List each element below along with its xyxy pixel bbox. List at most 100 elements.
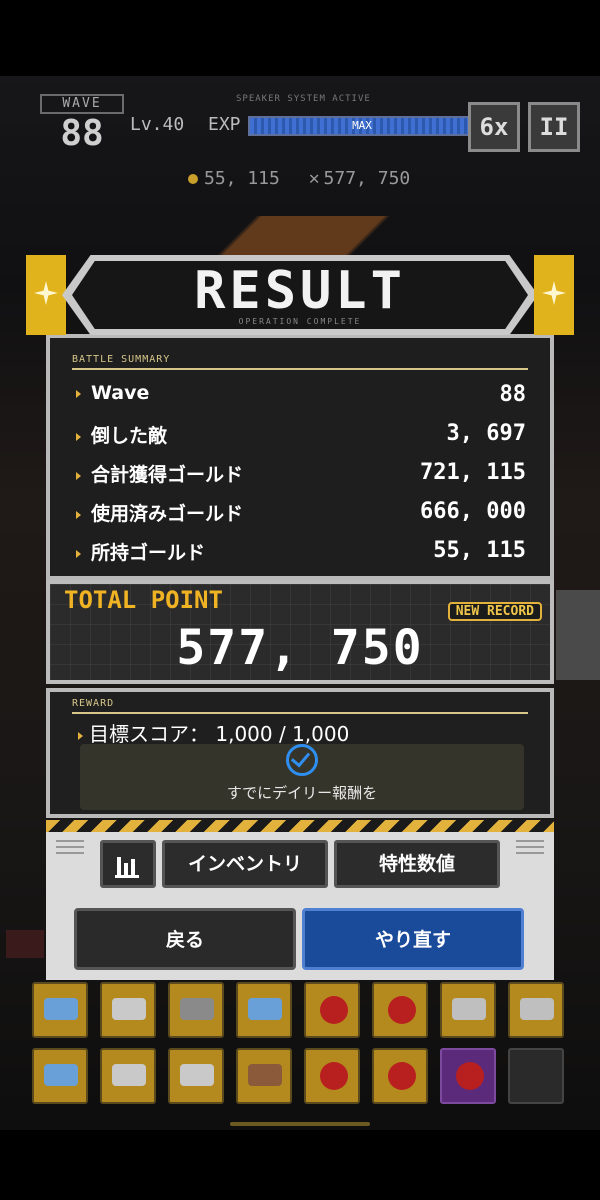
summary-row-value: 55, 115 [433,538,526,563]
inventory-grid [32,982,572,1112]
blaster-icon [520,998,554,1020]
blaster-icon [452,998,486,1020]
arrow-icon [76,549,81,558]
back-button[interactable]: 戻る [74,908,296,970]
section-divider [72,712,528,714]
bottom-controls: インベントリ 特性数値 戻る やり直す [46,832,554,980]
wave-tag: WAVE [40,94,124,114]
grenade-icon [320,1062,348,1090]
arrow-icon [76,471,81,480]
summary-row-value: 88 [499,382,527,407]
summary-row: 所持ゴールド 55, 115 [76,538,526,572]
blaster-icon [180,998,214,1020]
inventory-slot[interactable] [440,1048,496,1104]
system-text: SPEAKER SYSTEM ACTIVE [236,94,371,104]
inventory-slot[interactable] [304,982,360,1038]
pistol-icon [248,1064,282,1086]
speed-button[interactable]: 6x [468,102,520,152]
inventory-slot[interactable] [32,982,88,1038]
pause-button[interactable]: II [528,102,580,152]
inventory-slot[interactable] [508,982,564,1038]
hud: WAVE 88 SPEAKER SYSTEM ACTIVE Lv.40 EXP … [0,76,600,226]
grenade-icon [320,996,348,1024]
result-subtitle: OPERATION COMPLETE [238,317,362,326]
inventory-slot[interactable] [100,1048,156,1104]
inventory-slot[interactable] [440,982,496,1038]
new-record-badge: NEW RECORD [447,602,542,621]
background-mountains [0,216,600,256]
arrow-icon [76,389,81,398]
summary-row: Wave 88 [76,382,526,416]
summary-row: 倒した敵 3, 697 [76,421,526,455]
total-point-value: 577, 750 [176,620,424,676]
inventory-slot-empty[interactable] [508,1048,564,1104]
arrow-icon [78,731,83,740]
inventory-slot[interactable] [304,1048,360,1104]
bar-chart-icon [115,853,139,878]
kills-icon: ✕ [308,168,320,189]
grenade-icon [456,1062,484,1090]
wave-counter: WAVE 88 [40,94,124,156]
summary-row-label: 倒した敵 [91,425,168,447]
summary-row-label: 所持ゴールド [91,542,206,564]
heart-icon [6,930,44,958]
summary-row-label: 合計獲得ゴールド [91,464,244,486]
reward-panel: REWARD 目標スコア： 1,000 / 1,000 すでにデイリー報酬を [46,688,554,818]
check-icon [286,744,318,776]
header-ornament-right [534,255,574,335]
result-title: RESULT [194,261,406,321]
battle-summary-panel: BATTLE SUMMARY Wave 88 倒した敵 3, 697 合計獲得ゴ… [46,334,554,580]
blaster-icon [112,1064,146,1086]
summary-row-value: 721, 115 [420,460,526,485]
summary-row-value: 666, 000 [420,499,526,524]
water-gun-icon [248,998,282,1020]
grenade-icon [388,996,416,1024]
summary-row-label: Wave [91,382,150,404]
sparkle-icon [542,281,566,305]
exp-max-label: MAX [352,119,372,132]
inventory-slot[interactable] [168,1048,224,1104]
arrow-icon [76,432,81,441]
blaster-icon [112,998,146,1020]
section-divider [72,368,528,370]
gold-amount: 55, 115 [204,168,280,189]
summary-row: 使用済みゴールド 666, 000 [76,499,526,533]
water-gun-icon [44,1064,78,1086]
daily-reward-text: すでにデイリー報酬を [226,784,378,802]
goal-score-text: 目標スコア： 1,000 / 1,000 [89,722,350,746]
currency-readout: 55, 115 ✕ 577, 750 [188,168,410,189]
inventory-slot[interactable] [372,1048,428,1104]
inventory-button[interactable]: インベントリ [162,840,328,888]
level-label: Lv.40 [130,114,185,135]
grenade-icon [388,1062,416,1090]
home-indicator [230,1122,370,1126]
daily-reward-status: すでにデイリー報酬を [80,744,524,810]
traits-button[interactable]: 特性数値 [334,840,500,888]
hazard-stripe [46,820,554,832]
wave-number: 88 [60,113,104,154]
battle-summary-label: BATTLE SUMMARY [72,354,171,365]
summary-row: 合計獲得ゴールド 721, 115 [76,460,526,494]
summary-row-value: 3, 697 [446,421,526,446]
coin-icon [188,174,198,184]
inventory-slot[interactable] [100,982,156,1038]
inventory-slot[interactable] [372,982,428,1038]
arrow-icon [76,510,81,519]
inventory-slot[interactable] [32,1048,88,1104]
kills-amount: 577, 750 [323,168,411,189]
grip-icon [516,840,544,856]
inventory-slot[interactable] [168,982,224,1038]
exp-label: EXP [208,114,241,135]
inventory-slot[interactable] [236,982,292,1038]
retry-button[interactable]: やり直す [302,908,524,970]
water-gun-icon [44,998,78,1020]
total-point-panel: TOTAL POINT NEW RECORD 577, 750 [46,580,554,684]
reward-label: REWARD [72,698,115,709]
blaster-icon [180,1064,214,1086]
summary-row-label: 使用済みゴールド [91,503,244,525]
inventory-slot[interactable] [236,1048,292,1104]
stats-button[interactable] [100,840,156,888]
grip-icon [56,840,84,856]
exp-bar: MAX [248,116,476,136]
total-point-label: TOTAL POINT [64,586,223,614]
